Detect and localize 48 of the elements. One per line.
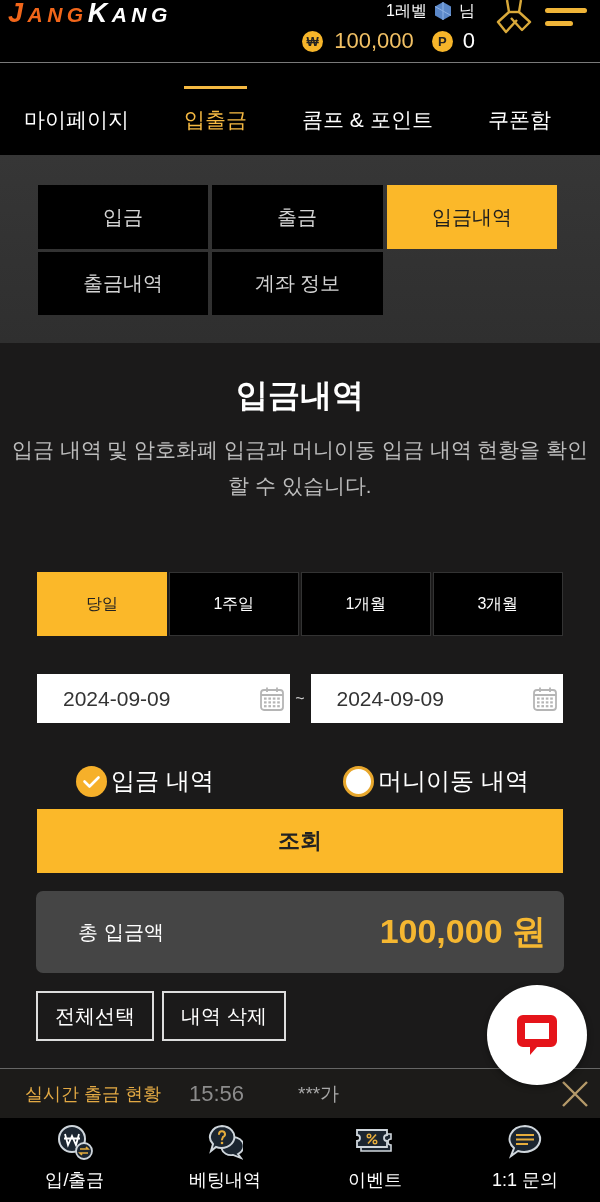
start-date-field[interactable]: 2024-09-09 — [37, 674, 290, 723]
sub-tab[interactable]: 출금내역 — [38, 252, 209, 315]
sub-tab[interactable]: 입금내역 — [386, 185, 557, 249]
ribbon-icon[interactable] — [495, 0, 533, 34]
won-coin: ₩ — [302, 30, 324, 52]
nav-tab[interactable]: 콤프 & 포인트 — [302, 86, 433, 138]
point-coin: P — [431, 30, 453, 52]
ticker-time: 15:56 — [189, 1080, 245, 1107]
period-tab[interactable]: 1개월 — [301, 572, 431, 636]
radio-option[interactable]: 입금 내역 — [76, 765, 214, 797]
radio-option[interactable]: 머니이동 내역 — [343, 765, 529, 797]
page-title: 입금내역 — [235, 376, 365, 415]
bottom-nav-item[interactable]: 이벤트 — [344, 1118, 406, 1192]
point-amount: 0 — [462, 28, 475, 54]
total-label: 총 입금액 — [78, 919, 164, 945]
won-exchange-icon — [57, 1124, 93, 1160]
nav-tab[interactable]: 쿠폰함 — [487, 86, 551, 138]
period-tab[interactable]: 당일 — [37, 572, 167, 636]
range-separator: ~ — [294, 689, 306, 708]
action-button[interactable]: 내역 삭제 — [162, 991, 286, 1041]
bottom-nav-item[interactable]: 베팅내역 — [185, 1118, 265, 1192]
sub-tab[interactable]: 출금 — [212, 185, 383, 249]
logo[interactable]: JANGKANG — [8, 0, 172, 30]
circle-icon[interactable] — [343, 765, 374, 797]
close-button[interactable] — [562, 1080, 588, 1107]
period-tab[interactable]: 1주일 — [169, 572, 299, 636]
question-bubbles-icon — [207, 1124, 243, 1160]
nav-tab[interactable]: 입출금 — [184, 86, 247, 138]
bottom-nav-item[interactable]: 1:1 문의 — [488, 1118, 562, 1192]
bottom-nav-item[interactable]: 입/출금 — [41, 1118, 109, 1192]
level-text: 1레벨 — [386, 0, 427, 21]
gem-icon — [435, 2, 451, 20]
ticker-title: 실시간 출금 현황 — [25, 1082, 161, 1106]
sub-tab[interactable]: 입금 — [38, 185, 209, 249]
check-circle-icon[interactable] — [76, 765, 107, 797]
page-description: 입금 내역 및 암호화폐 입금과 머니이동 입금 내역 현황을 확인 할 수 있습니다. — [10, 437, 590, 499]
sub-tab[interactable]: 계좌 정보 — [212, 252, 383, 315]
nav-tab[interactable]: 마이페이지 — [24, 86, 129, 138]
search-button[interactable]: 조회 — [37, 809, 563, 873]
message-bubble-icon — [507, 1124, 543, 1160]
end-date-field[interactable]: 2024-09-09 — [310, 674, 563, 723]
close-icon — [562, 1080, 588, 1107]
action-button[interactable]: 전체선택 — [36, 991, 154, 1041]
ticker-message: ***가 — [298, 1081, 340, 1106]
period-tab[interactable]: 3개월 — [433, 572, 563, 636]
balance-amount: 100,000 — [334, 28, 414, 54]
total-amount: 100,000 원 — [379, 911, 546, 952]
honorific-text: 님 — [459, 0, 475, 21]
